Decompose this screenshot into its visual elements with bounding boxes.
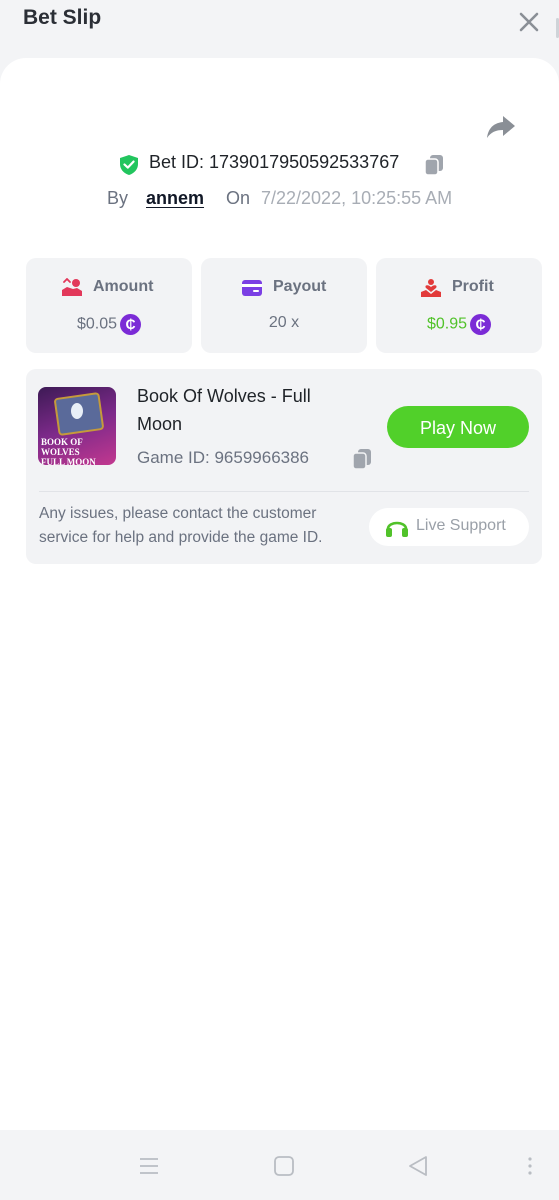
amount-label: Amount xyxy=(93,278,154,295)
thumbnail-title-line2: FULL MOON xyxy=(41,457,96,465)
play-now-button[interactable]: Play Now xyxy=(387,406,529,448)
profit-value: $0.95 xyxy=(426,315,468,333)
bet-slip-sheet xyxy=(0,58,559,1130)
game-name: Book Of Wolves - Full Moon xyxy=(137,386,311,434)
more-icon[interactable] xyxy=(526,1156,534,1176)
payout-label: Payout xyxy=(273,278,327,295)
game-id: Game ID: 9659966386 xyxy=(137,448,310,467)
hand-coins-icon xyxy=(62,278,82,296)
headset-icon xyxy=(386,521,408,537)
by-label: By xyxy=(107,188,129,208)
live-support-label: Live Support xyxy=(416,517,506,534)
bet-meta-row: By annem On 7/22/2022, 10:25:55 AM xyxy=(0,187,559,213)
copy-bet-id-icon[interactable] xyxy=(424,154,444,176)
close-icon[interactable] xyxy=(516,9,542,35)
payout-card: Payout 20 x xyxy=(201,258,367,353)
shield-check-icon xyxy=(120,155,138,175)
username-link[interactable]: annem xyxy=(146,188,204,209)
back-icon[interactable] xyxy=(406,1154,430,1178)
on-label: On xyxy=(226,188,251,208)
bet-id-row: Bet ID: 1739017950592533767 xyxy=(0,151,559,179)
amount-card: Amount $0.05 ₵ xyxy=(26,258,192,353)
system-nav-bar xyxy=(0,1130,559,1200)
support-note: Any issues, please contact the customer … xyxy=(39,505,323,546)
game-card: BOOK OF WOLVES FULL MOON Book Of Wolves … xyxy=(26,369,542,564)
divider xyxy=(39,491,529,492)
profit-label: Profit xyxy=(452,278,494,295)
share-icon[interactable] xyxy=(486,114,516,140)
coin-icon: ₵ xyxy=(470,314,492,335)
header: Bet Slip xyxy=(0,0,559,58)
bet-id: Bet ID: 1739017950592533767 xyxy=(149,152,400,172)
live-support-button[interactable]: Live Support xyxy=(369,508,529,546)
menu-icon[interactable] xyxy=(138,1156,160,1176)
thumbnail-title-line1: BOOK OF WOLVES xyxy=(41,437,83,457)
copy-game-id-icon[interactable] xyxy=(352,448,372,470)
payout-value: 20 x xyxy=(268,314,300,331)
profit-card: Profit $0.95 ₵ xyxy=(376,258,542,353)
card-icon xyxy=(242,280,262,296)
game-thumbnail[interactable]: BOOK OF WOLVES FULL MOON xyxy=(38,387,116,465)
page-title: Bet Slip xyxy=(23,6,102,29)
amount-value: $0.05 xyxy=(76,315,118,333)
home-icon[interactable] xyxy=(273,1155,295,1177)
hand-heart-icon xyxy=(421,279,441,297)
coin-icon: ₵ xyxy=(120,314,142,335)
bet-date: 7/22/2022, 10:25:55 AM xyxy=(261,188,453,208)
